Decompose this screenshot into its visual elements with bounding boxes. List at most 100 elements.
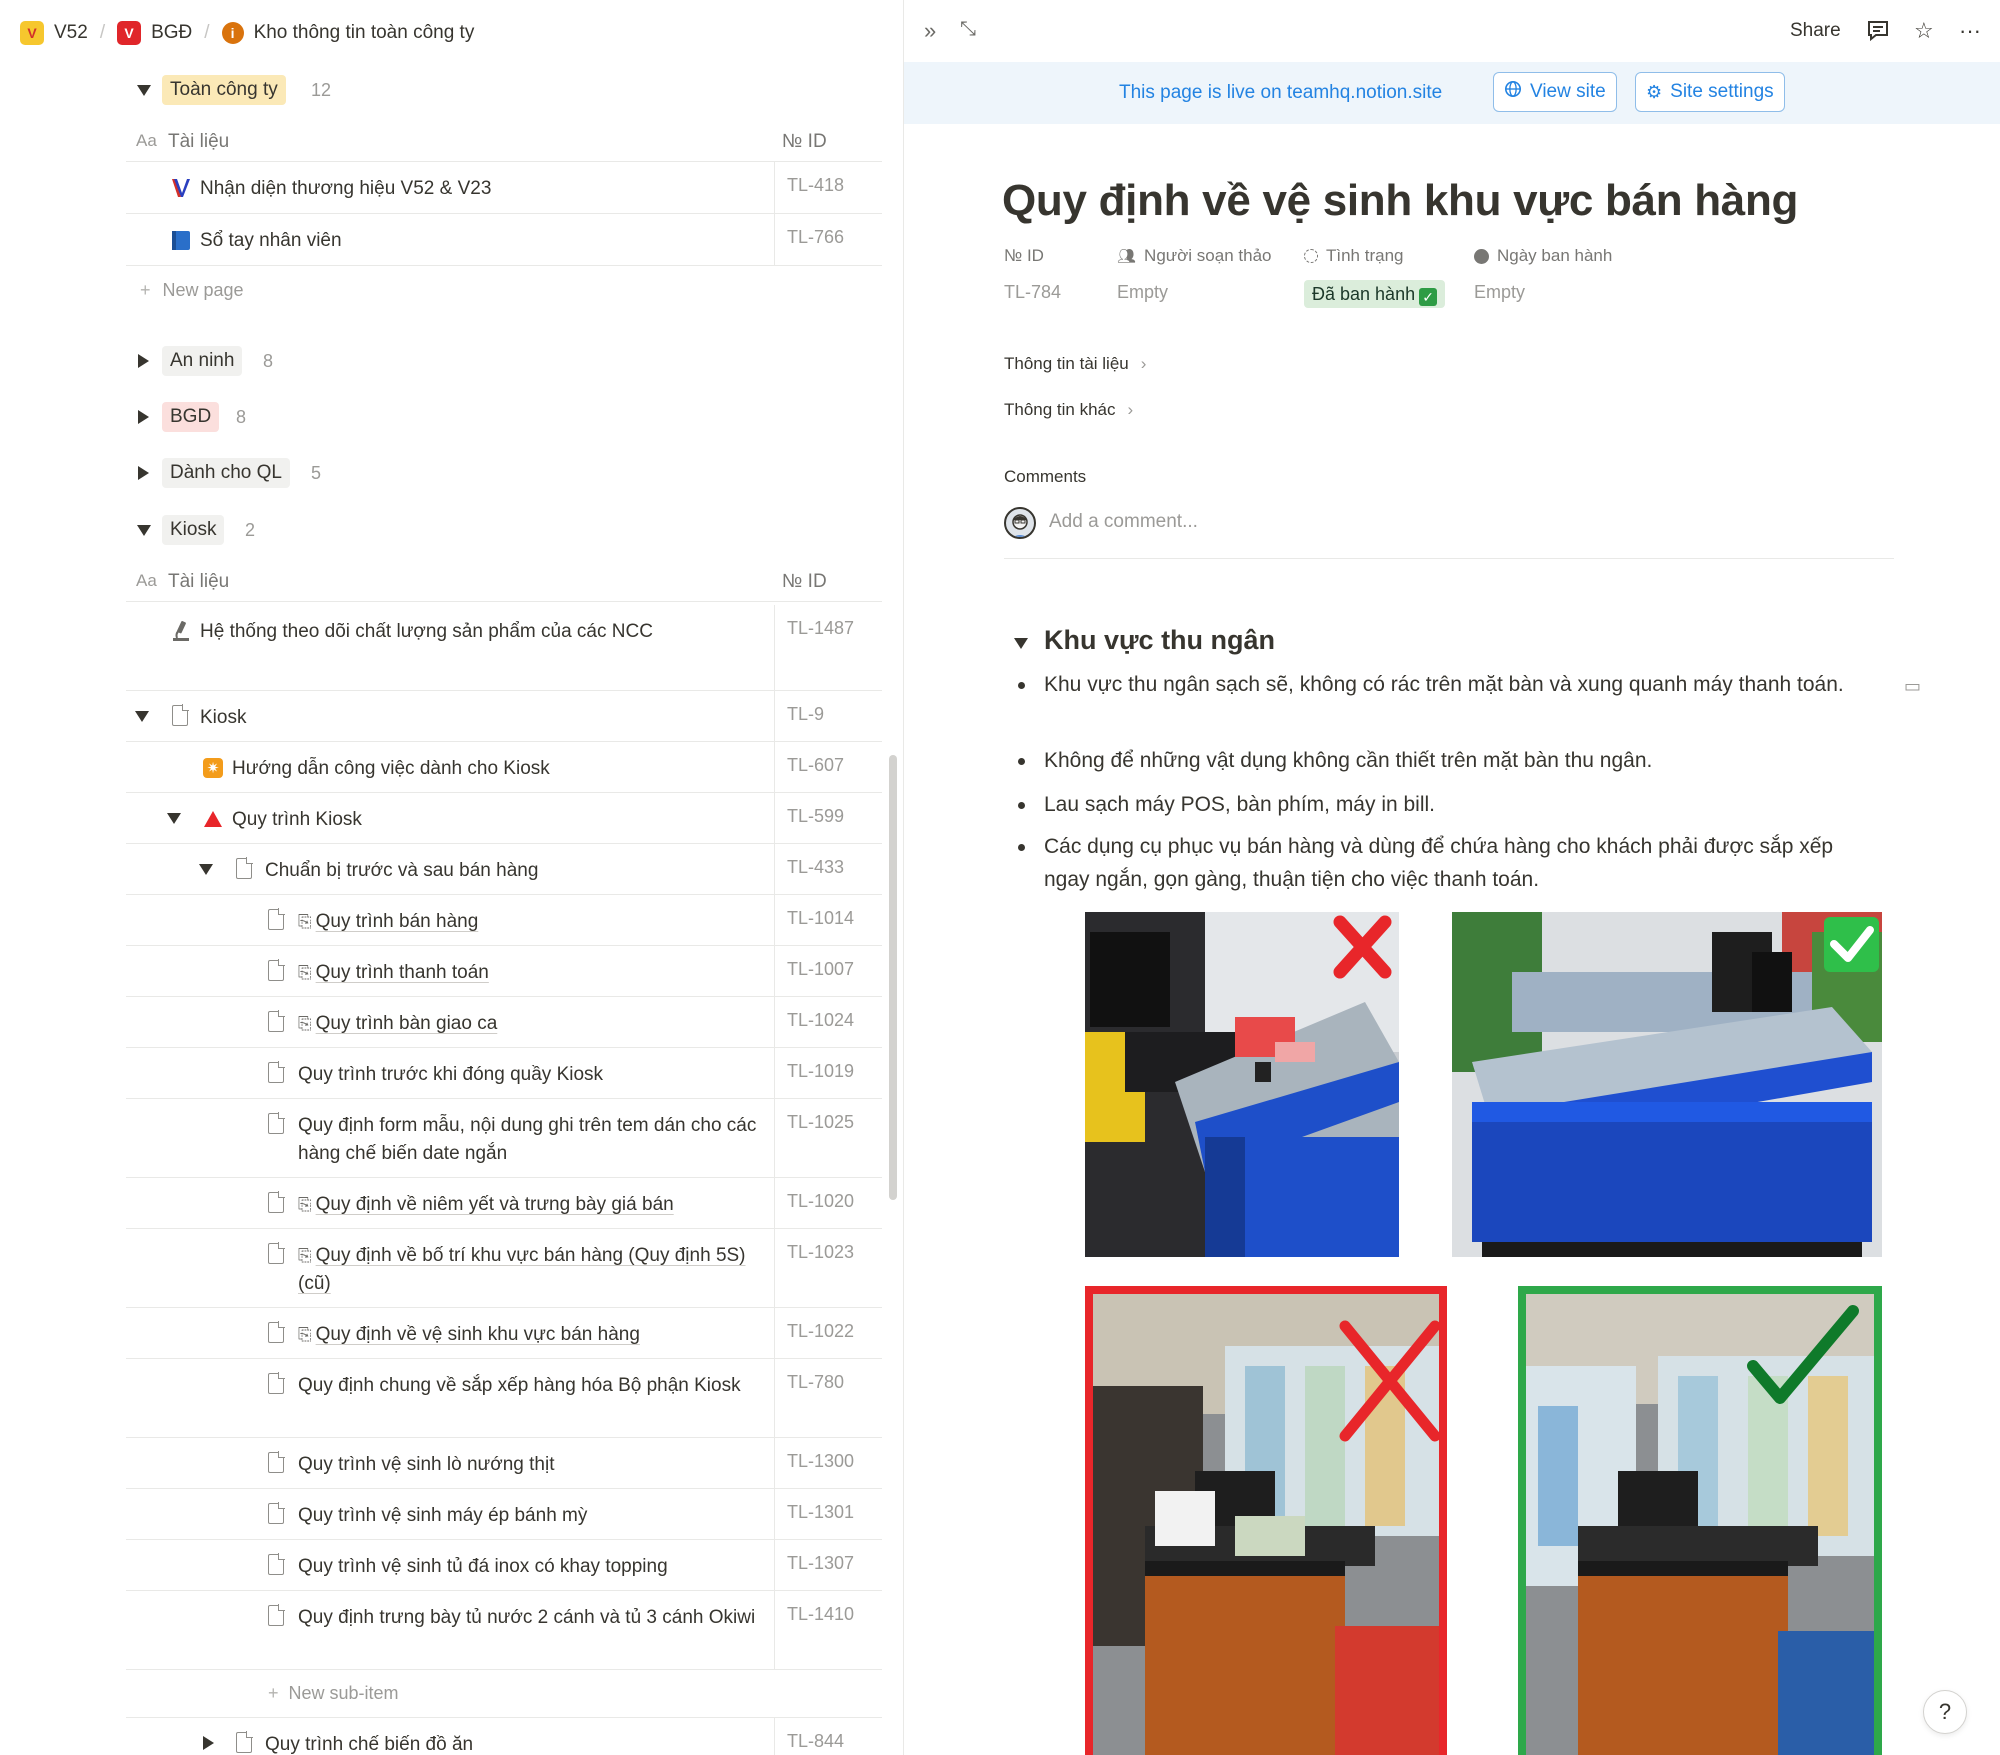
- table-row[interactable]: ⎘ Quy định về vệ sinh khu vực bán hàng TL…: [126, 1308, 882, 1359]
- group-toggle-closed-icon[interactable]: [138, 354, 149, 368]
- page-icon: [236, 1731, 258, 1755]
- share-button[interactable]: Share: [1790, 20, 1841, 42]
- v52-logo-icon: V: [20, 21, 44, 45]
- title-property-icon: Aa: [136, 571, 157, 590]
- property-date-header[interactable]: Ngày ban hành: [1474, 246, 1612, 266]
- page-icon: [268, 908, 290, 933]
- property-id-header[interactable]: № ID: [1004, 246, 1044, 266]
- row-id: TL-607: [774, 742, 844, 792]
- comment-input[interactable]: Add a comment...: [1049, 511, 1198, 533]
- column-header-id[interactable]: № ID: [782, 571, 827, 593]
- section-thong-tin-tai-lieu[interactable]: Thông tin tài liệu ›: [1004, 354, 1146, 374]
- site-settings-button[interactable]: ⚙ Site settings: [1635, 72, 1785, 112]
- group-tag-toan-cong-ty[interactable]: Toàn công ty: [162, 75, 286, 105]
- status-badge[interactable]: Đã ban hành ✓: [1304, 280, 1446, 308]
- property-status-header[interactable]: Tình trạng: [1304, 246, 1404, 266]
- property-date-value[interactable]: Empty: [1474, 282, 1525, 303]
- comment-bubble-icon[interactable]: ▭: [1904, 676, 1921, 697]
- expand-toggle-icon[interactable]: [135, 711, 149, 722]
- toggle-open-icon[interactable]: [1014, 638, 1028, 649]
- photo-cashier-right-1[interactable]: [1452, 912, 1882, 1257]
- table-row[interactable]: Quy trình vệ sinh tủ đá inox có khay top…: [126, 1540, 882, 1591]
- breadcrumb-item-kho[interactable]: i Kho thông tin toàn công ty: [216, 20, 481, 46]
- favorite-star-icon[interactable]: ☆: [1914, 18, 1934, 44]
- breadcrumb: V V52 / V BGĐ / i Kho thông tin toàn côn…: [14, 16, 480, 50]
- column-header-title[interactable]: Tài liệu: [168, 571, 229, 593]
- row-title-linked: ⎘ Quy định về bố trí khu vực bán hàng (Qu…: [298, 1242, 768, 1298]
- comments-icon[interactable]: [1866, 18, 1890, 48]
- table-row[interactable]: Quy trình vệ sinh máy ép bánh mỳ TL-1301: [126, 1489, 882, 1540]
- table-row[interactable]: ✷ Hướng dẫn công việc dành cho Kiosk TL-…: [126, 742, 882, 793]
- group-tag-danh-cho-ql[interactable]: Dành cho QL: [162, 458, 290, 488]
- photo-cashier-wrong-2[interactable]: [1085, 1286, 1447, 1755]
- scrollbar-thumb[interactable]: [889, 755, 897, 1200]
- row-title: Quy trình vệ sinh tủ đá inox có khay top…: [298, 1556, 668, 1577]
- banner-text[interactable]: This page is live on teamhq.notion.site: [1119, 82, 1442, 104]
- breadcrumb-item-v52[interactable]: V V52: [14, 19, 94, 47]
- breadcrumb-label: BGĐ: [151, 22, 193, 43]
- page-icon: [172, 704, 194, 729]
- microscope-icon: [170, 619, 192, 643]
- table-row[interactable]: Sổ tay nhân viên TL-766: [126, 214, 882, 266]
- bullet-item[interactable]: Lau sạch máy POS, bàn phím, máy in bill.: [1018, 788, 1864, 821]
- row-id: TL-1025: [774, 1099, 854, 1177]
- table-row[interactable]: Quy định chung về sắp xếp hàng hóa Bộ ph…: [126, 1359, 882, 1438]
- bullet-item[interactable]: Khu vực thu ngân sạch sẽ, không có rác t…: [1018, 668, 1864, 701]
- table-row[interactable]: Kiosk TL-9: [126, 691, 882, 742]
- group-tag-bgd[interactable]: BGD: [162, 402, 220, 432]
- row-id: TL-1022: [774, 1308, 854, 1358]
- expand-toggle-icon[interactable]: [199, 864, 213, 875]
- view-site-button[interactable]: View site: [1493, 72, 1617, 112]
- new-sub-item-row[interactable]: + New sub-item: [126, 1670, 882, 1718]
- table-row[interactable]: Quy trình trước khi đóng quầy Kiosk TL-1…: [126, 1048, 882, 1099]
- row-id: TL-766: [774, 214, 844, 265]
- column-header-title[interactable]: Tài liệu: [168, 131, 229, 153]
- table-row[interactable]: Quy trình vệ sinh lò nướng thịt TL-1300: [126, 1438, 882, 1489]
- property-author-value[interactable]: Empty: [1117, 282, 1168, 303]
- photo-cashier-wrong-1[interactable]: [1085, 912, 1399, 1257]
- table-row[interactable]: ⎘ Quy trình bàn giao ca TL-1024: [126, 997, 882, 1048]
- photo-cashier-right-2[interactable]: [1518, 1286, 1882, 1755]
- table-row[interactable]: ⎘ Quy định về bố trí khu vực bán hàng (Qu…: [126, 1229, 882, 1308]
- help-button[interactable]: ?: [1923, 1690, 1967, 1734]
- group-tag-kiosk[interactable]: Kiosk: [162, 515, 225, 545]
- table-row[interactable]: Quy trình Kiosk TL-599: [126, 793, 882, 844]
- close-peek-icon[interactable]: »: [924, 18, 936, 44]
- row-title: Quy trình vệ sinh lò nướng thịt: [298, 1454, 555, 1475]
- page-icon: [268, 959, 290, 984]
- toggle-heading[interactable]: Khu vực thu ngân: [1044, 625, 1275, 656]
- new-page-button[interactable]: + New page: [140, 280, 244, 301]
- column-header-id[interactable]: № ID: [782, 131, 827, 153]
- group-toggle-open-icon[interactable]: [137, 85, 151, 96]
- table-row[interactable]: Hệ thống theo dõi chất lượng sản phẩm củ…: [126, 605, 882, 691]
- breadcrumb-label: V52: [54, 22, 88, 43]
- section-thong-tin-khac[interactable]: Thông tin khác ›: [1004, 400, 1133, 420]
- table-row[interactable]: Quy trình chế biến đồ ăn TL-844: [126, 1718, 882, 1755]
- table-row[interactable]: ⎘ Quy trình thanh toán TL-1007: [126, 946, 882, 997]
- peek-topbar: » ⤡ Share ☆ ···: [904, 0, 2000, 62]
- table-row[interactable]: ⎘ Quy trình bán hàng TL-1014: [126, 895, 882, 946]
- bullet-item[interactable]: Không để những vật dụng không cần thiết …: [1018, 744, 1864, 777]
- page-title[interactable]: Quy định về vệ sinh khu vực bán hàng: [1002, 176, 1798, 226]
- property-author-header[interactable]: 👥︎ Người soạn thảo: [1117, 246, 1271, 266]
- breadcrumb-item-bgd[interactable]: V BGĐ: [111, 19, 198, 47]
- row-id: TL-1007: [774, 946, 854, 996]
- table-row[interactable]: Chuẩn bị trước và sau bán hàng TL-433: [126, 844, 882, 895]
- group-toggle-closed-icon[interactable]: [138, 466, 149, 480]
- table-header: Aa Tài liệu № ID: [126, 562, 882, 602]
- expand-icon[interactable]: ⤡: [960, 18, 976, 41]
- table-row[interactable]: Quy định trưng bày tủ nước 2 cánh và tủ …: [126, 1591, 882, 1670]
- table-row[interactable]: Quy định form mẫu, nội dung ghi trên tem…: [126, 1099, 882, 1178]
- expand-toggle-closed-icon[interactable]: [203, 1736, 214, 1750]
- group-tag-an-ninh[interactable]: An ninh: [162, 346, 243, 376]
- group-toggle-closed-icon[interactable]: [138, 410, 149, 424]
- bullet-item[interactable]: Các dụng cụ phục vụ bán hàng và dùng để …: [1018, 830, 1864, 896]
- new-sub-item-button[interactable]: + New sub-item: [268, 1683, 399, 1704]
- gear-icon: ⚙: [1646, 81, 1663, 102]
- expand-toggle-icon[interactable]: [167, 813, 181, 824]
- table-row[interactable]: Nhận diện thương hiệu V52 & V23 TL-418: [126, 162, 882, 214]
- group-toggle-open-icon[interactable]: [137, 525, 151, 536]
- more-options-icon[interactable]: ···: [1959, 18, 1981, 44]
- row-title: Quy trình chế biến đồ ăn: [265, 1734, 474, 1755]
- table-row[interactable]: ⎘ Quy định về niêm yết và trưng bày giá b…: [126, 1178, 882, 1229]
